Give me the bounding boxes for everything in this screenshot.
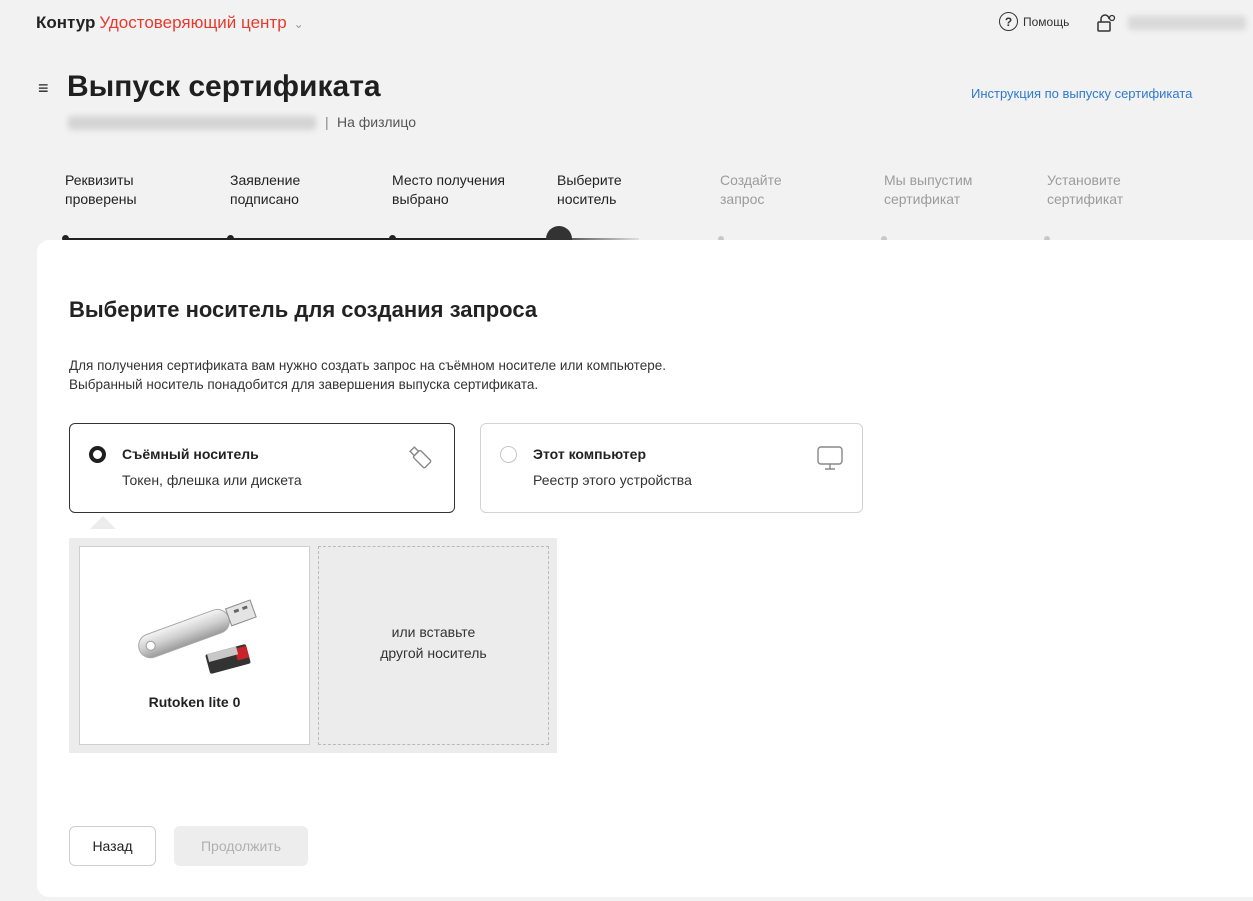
insert-other-media-placeholder: или вставьте другой носитель [318, 546, 549, 745]
instruction-link[interactable]: Инструкция по выпуску сертификата [971, 86, 1192, 101]
monitor-icon [817, 446, 843, 470]
chevron-down-icon: ⌄ [293, 17, 304, 31]
user-account-icon[interactable] [1096, 13, 1116, 33]
option-subtitle: Токен, флешка или дискета [122, 472, 302, 488]
brand-logo-text: Контур [36, 13, 96, 32]
continue-button[interactable]: Продолжить [174, 826, 308, 866]
device-card-rutoken[interactable]: Rutoken lite 0 [79, 546, 310, 745]
product-name: Удостоверяющий центр [99, 13, 287, 32]
organization-name-redacted [68, 116, 316, 130]
insert-hint: или вставьте другой носитель [380, 624, 487, 661]
step-pickup-place: Место получения выбрано [392, 172, 505, 207]
product-switcher[interactable]: Контур Удостоверяющий центр ⌄ [36, 13, 304, 33]
page-title: Выпуск сертификата [67, 70, 381, 103]
option-removable-media[interactable]: Съёмный носитель Токен, флешка или диске… [69, 423, 455, 513]
question-icon: ? [999, 12, 1018, 31]
certificate-type: На физлицо [337, 114, 417, 130]
subtitle-separator: | [325, 114, 329, 130]
radio-removable-media[interactable] [89, 446, 106, 463]
selection-pointer [90, 516, 116, 529]
menu-icon[interactable]: ≡ [38, 78, 49, 99]
option-this-computer[interactable]: Этот компьютер Реестр этого устройства [480, 423, 863, 513]
step-choose-media: Выберите носитель [557, 172, 622, 207]
usb-token-image [138, 599, 257, 674]
step-requisites: Реквизиты проверены [65, 172, 137, 207]
step-application: Заявление подписано [230, 172, 301, 207]
usb-stick-icon [409, 446, 432, 469]
step-issue-certificate: Мы выпустим сертификат [884, 172, 973, 207]
option-subtitle: Реестр этого устройства [533, 472, 692, 488]
device-name: Rutoken lite 0 [148, 694, 241, 710]
step-create-request: Создайте запрос [720, 172, 782, 207]
radio-this-computer[interactable] [500, 446, 517, 463]
section-description: Для получения сертификата вам нужно созд… [69, 358, 666, 392]
section-title: Выберите носитель для создания запроса [69, 297, 538, 322]
help-label: Помощь [1023, 14, 1070, 29]
top-bar: Контур Удостоверяющий центр ⌄ ? Помощь [0, 0, 1253, 48]
option-title: Этот компьютер [533, 446, 646, 462]
back-button[interactable]: Назад [69, 826, 156, 866]
help-link[interactable]: ? Помощь [999, 12, 1069, 31]
step-install-certificate: Установите сертификат [1047, 172, 1124, 207]
user-name-redacted[interactable] [1128, 16, 1246, 30]
option-title: Съёмный носитель [122, 446, 259, 462]
